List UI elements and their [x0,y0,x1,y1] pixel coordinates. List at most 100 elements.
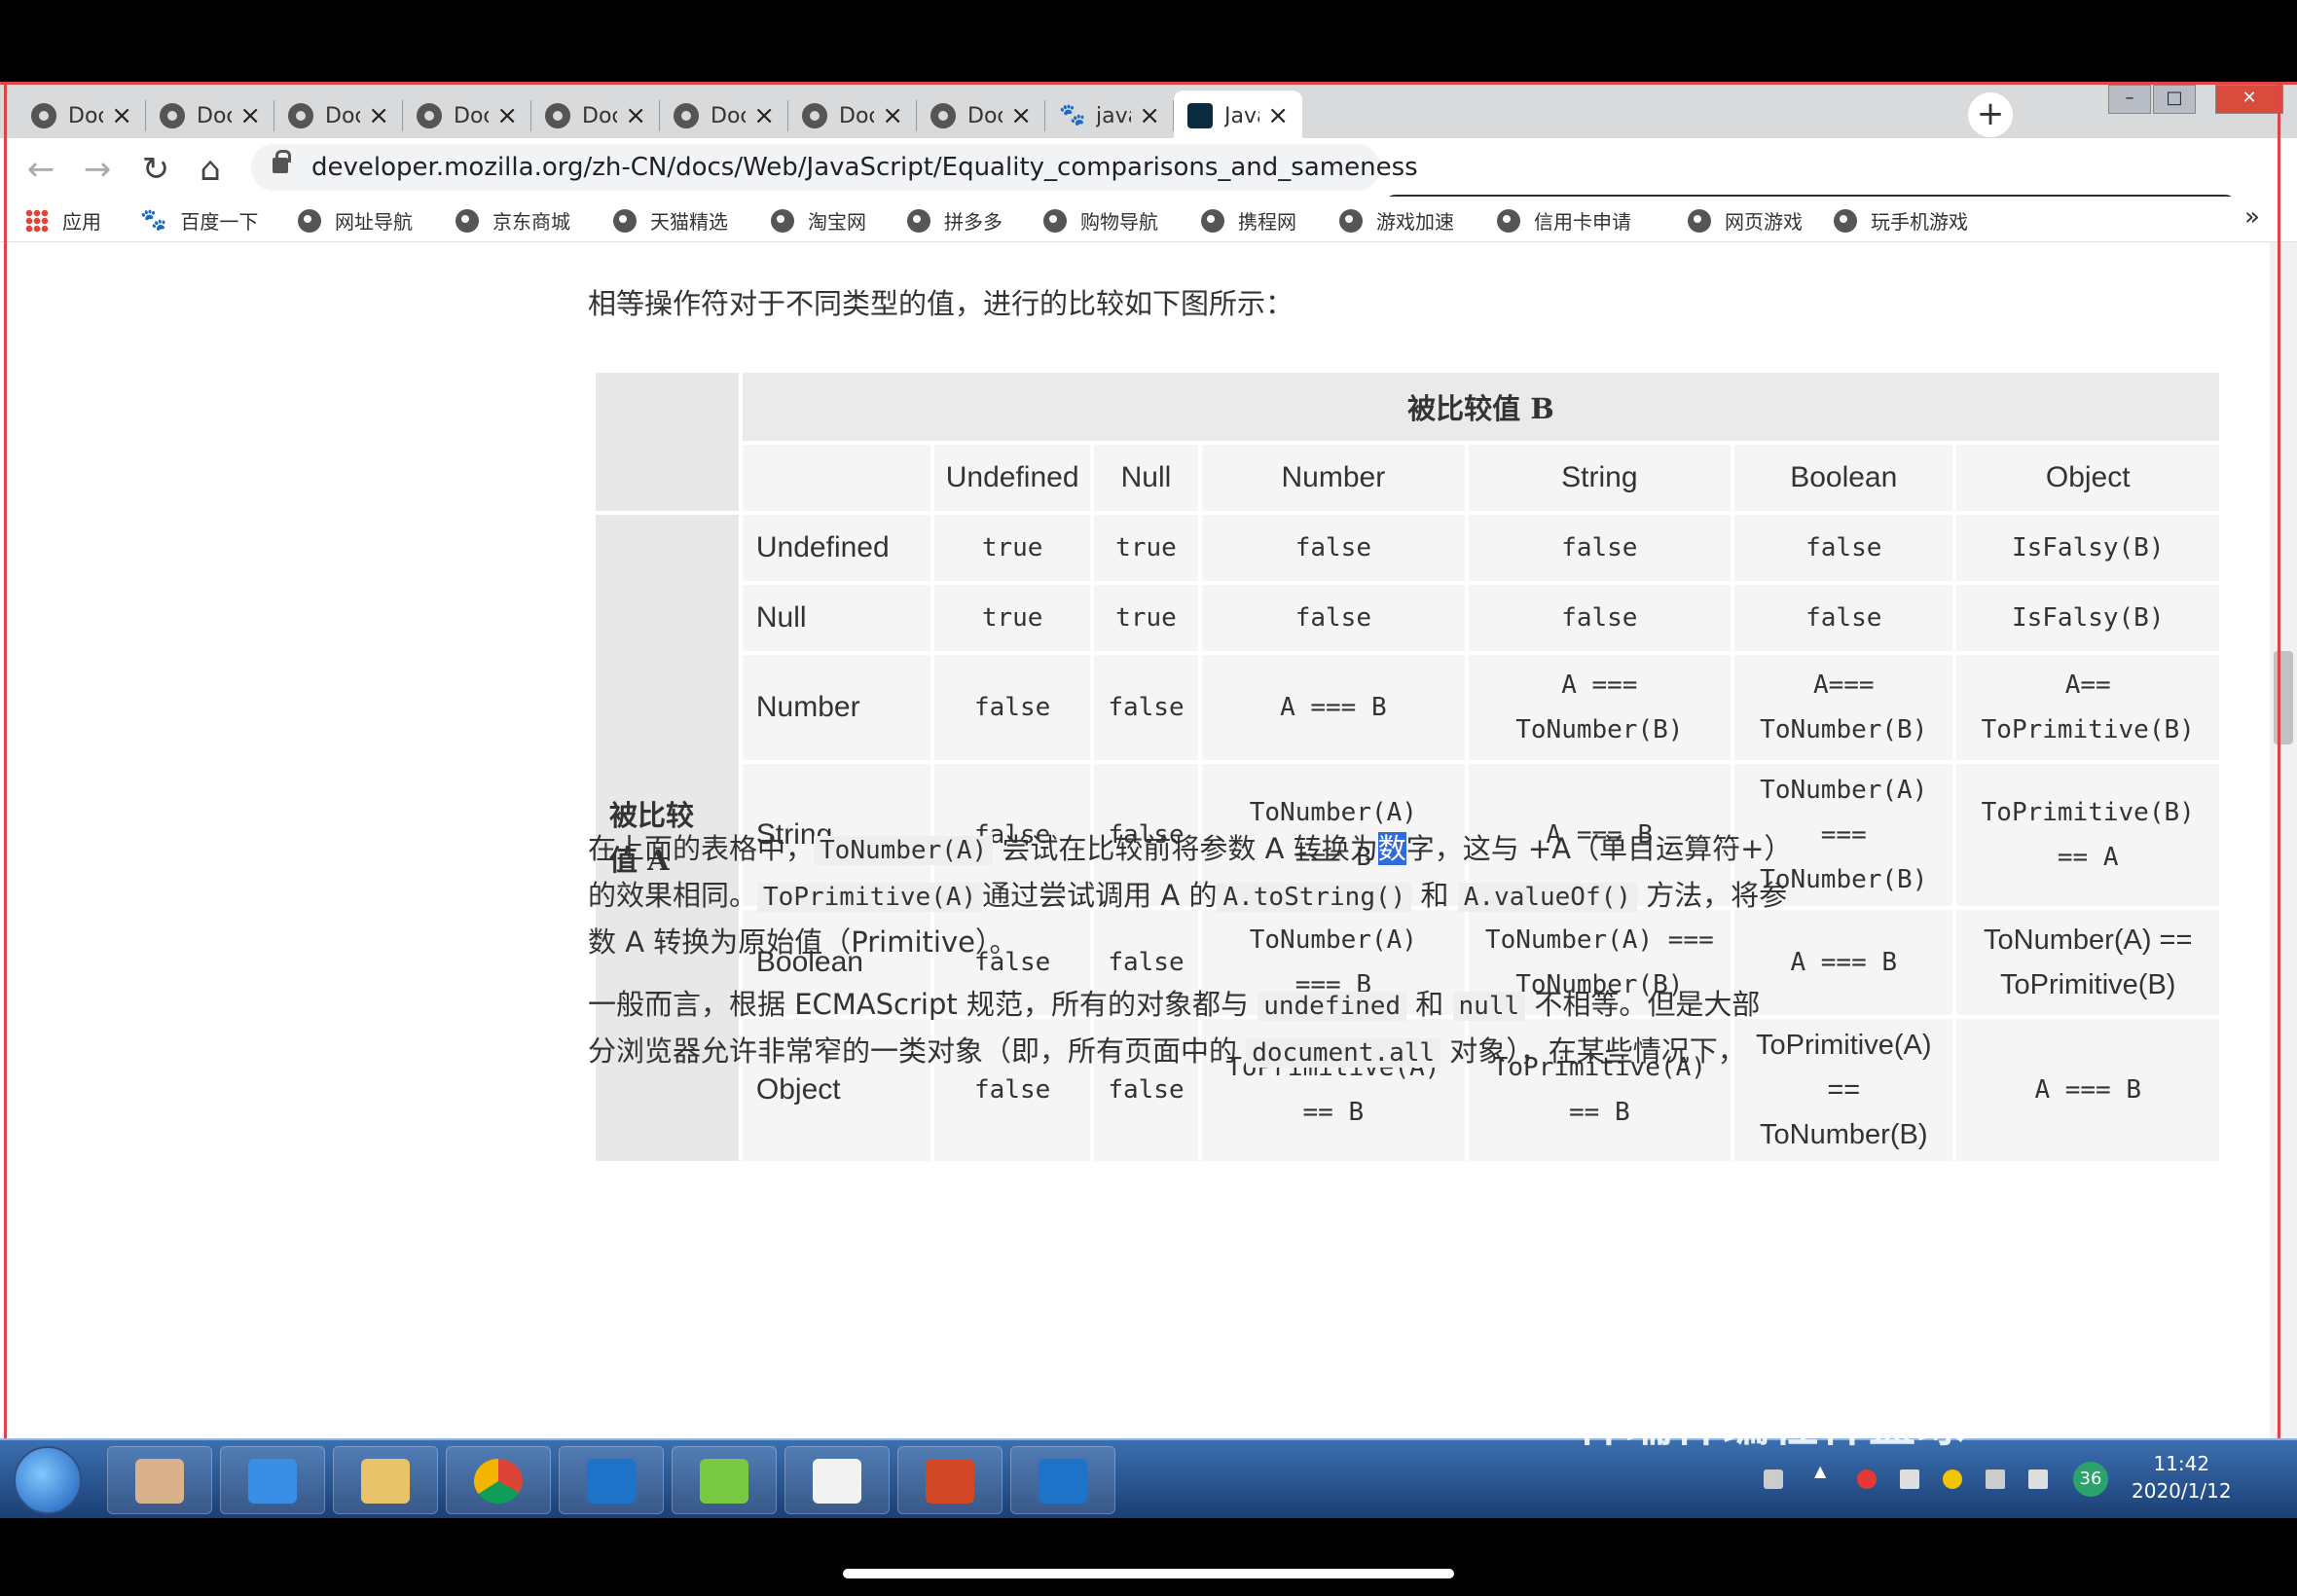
bookmark-item[interactable]: 淘宝网 [771,206,866,235]
network-icon[interactable] [1986,1469,2005,1489]
tray-badge[interactable]: 36 [2073,1462,2108,1497]
bookmark-item[interactable]: 天猫精选 [613,206,728,235]
back-icon[interactable]: ← [21,150,60,189]
bookmark-label: 网页游戏 [1725,210,1803,234]
column-header: Boolean [1734,445,1953,511]
table-cell: true [1093,515,1199,581]
baidu-icon: 🐾 [1059,103,1086,127]
bookmark-item[interactable]: 网页游戏 [1688,206,1803,235]
clock[interactable]: 11:42 2020/1/12 [2132,1450,2232,1505]
table-cell: true [1093,585,1199,651]
browser-tab[interactable]: Docum × [18,91,146,141]
bookmarks-more-icon[interactable]: » [2244,202,2260,232]
close-tab-icon[interactable]: × [368,101,389,130]
bookmark-label: 游戏加速 [1376,210,1454,234]
browser-toolbar: ← → ↻ ⌂ developer.mozilla.org/zh-CN/docs… [0,138,2297,247]
volume-icon[interactable] [2028,1469,2048,1489]
paragraph-2: 一般而言，根据 ECMAScript 规范，所有的对象都与 undefined … [588,982,1760,1075]
baidu-icon: 🐾 [140,208,167,233]
taskbar-avatar-app[interactable] [107,1446,212,1514]
bookmark-label: 京东商城 [492,210,570,234]
taskbar-vscode-2[interactable] [1010,1446,1115,1514]
scrollbar-thumb[interactable] [2274,651,2293,744]
new-tab-button[interactable]: + [1968,92,2013,137]
bookmarks-bar: » 应用 🐾 百度一下 网址导航 京东商城 天猫精选 淘宝网 拼多多 购物导航 携程网 游戏加速 信用… [0,197,2297,241]
browser-tab[interactable]: JavaScr × [1174,91,1302,141]
home-indicator[interactable] [843,1569,1454,1578]
close-tab-icon[interactable]: × [882,101,903,130]
table-cell: A === B [1202,655,1465,760]
bookmark-item[interactable]: 🐾 百度一下 [140,206,258,235]
taskbar-calendar-app[interactable] [672,1446,777,1514]
bookmark-item[interactable]: 网址导航 [298,206,413,235]
url-text[interactable]: developer.mozilla.org/zh-CN/docs/Web/Jav… [311,153,1418,182]
close-tab-icon[interactable]: × [753,101,775,130]
minimize-button[interactable]: – [2108,85,2151,114]
apps-grid-icon [25,208,49,233]
table-corner [596,373,739,511]
clock-date: 2020/1/12 [2132,1479,2232,1503]
code-tonumber: ToNumber(A) [814,836,994,865]
close-tab-icon[interactable]: × [496,101,518,130]
close-tab-icon[interactable]: × [1010,101,1032,130]
bookmark-item[interactable]: 玩手机游戏 [1834,206,1968,235]
tab-bar: + – □ ✕ Docum×Docum×Docum×Docum×Docum×Do… [0,82,2297,141]
taskbar-explorer[interactable] [333,1446,438,1514]
browser-tab[interactable]: 🐾 javascri × [1045,91,1174,141]
close-window-button[interactable]: ✕ [2215,85,2283,114]
reload-icon[interactable]: ↻ [136,150,175,189]
keyboard-icon[interactable] [1764,1469,1783,1489]
bookmark-item[interactable]: 应用 [25,206,101,235]
scrollbar-track[interactable] [2270,242,2297,1444]
browser-tab[interactable]: Docum × [403,91,531,141]
browser-tab[interactable]: Docum × [146,91,274,141]
taskbar-powerpoint[interactable] [897,1446,1003,1514]
bookmark-item[interactable]: 购物导航 [1043,206,1158,235]
record-icon[interactable] [1857,1469,1877,1489]
para2-text: 一般而言，根据 ECMAScript 规范，所有的对象都与 [588,988,1258,1021]
plus-icon[interactable] [1943,1469,1962,1489]
browser-tab[interactable]: Docum × [274,91,403,141]
close-tab-icon[interactable]: × [111,101,132,130]
close-tab-icon[interactable]: × [1139,101,1160,130]
address-bar[interactable]: developer.mozilla.org/zh-CN/docs/Web/Jav… [251,144,1418,191]
taskbar-chrome[interactable] [446,1446,551,1514]
bookmark-label: 携程网 [1238,210,1296,234]
para1-text: 和 [1411,879,1458,912]
tab-label: JavaScr [1224,103,1259,128]
bookmark-item[interactable]: 携程网 [1201,206,1296,235]
flag-icon[interactable] [1900,1469,1919,1489]
home-icon[interactable]: ⌂ [191,150,230,189]
bookmark-item[interactable]: 信用卡申请 [1497,206,1631,235]
taskbar-media-app[interactable] [220,1446,325,1514]
bookmark-item[interactable]: 游戏加速 [1339,206,1454,235]
taskbar-vscode-1[interactable] [559,1446,664,1514]
avatar-icon [135,1459,184,1504]
table-cell: true [934,585,1090,651]
mdn-icon [1187,103,1213,128]
globe-icon [1201,208,1224,233]
tab-label: Docum [454,103,489,128]
selected-text: 数 [1377,832,1406,865]
tab-label: Docum [197,103,232,128]
bookmark-item[interactable]: 拼多多 [907,206,1003,235]
browser-tab[interactable]: Docum × [788,91,917,141]
maximize-button[interactable]: □ [2153,85,2196,114]
forward-icon[interactable]: → [78,150,117,189]
start-button[interactable] [14,1446,82,1514]
globe-icon [288,103,313,128]
browser-tab[interactable]: Docum × [660,91,788,141]
close-tab-icon[interactable]: × [239,101,261,130]
recording-frame-right [2278,82,2280,1444]
table-cell: ToPrimitive(B) == A [1956,764,2219,906]
browser-tab[interactable]: Docum × [531,91,660,141]
taskbar-text-app[interactable] [784,1446,890,1514]
table-row: Null true true false false false IsFalsy(B) [596,585,2219,651]
bookmark-label: 淘宝网 [808,210,866,234]
close-tab-icon[interactable]: × [1267,101,1289,130]
tray-up-icon[interactable]: ▲ [1814,1462,1834,1481]
close-tab-icon[interactable]: × [625,101,646,130]
code-null: null [1452,992,1526,1021]
browser-tab[interactable]: Docum × [917,91,1045,141]
bookmark-item[interactable]: 京东商城 [456,206,570,235]
